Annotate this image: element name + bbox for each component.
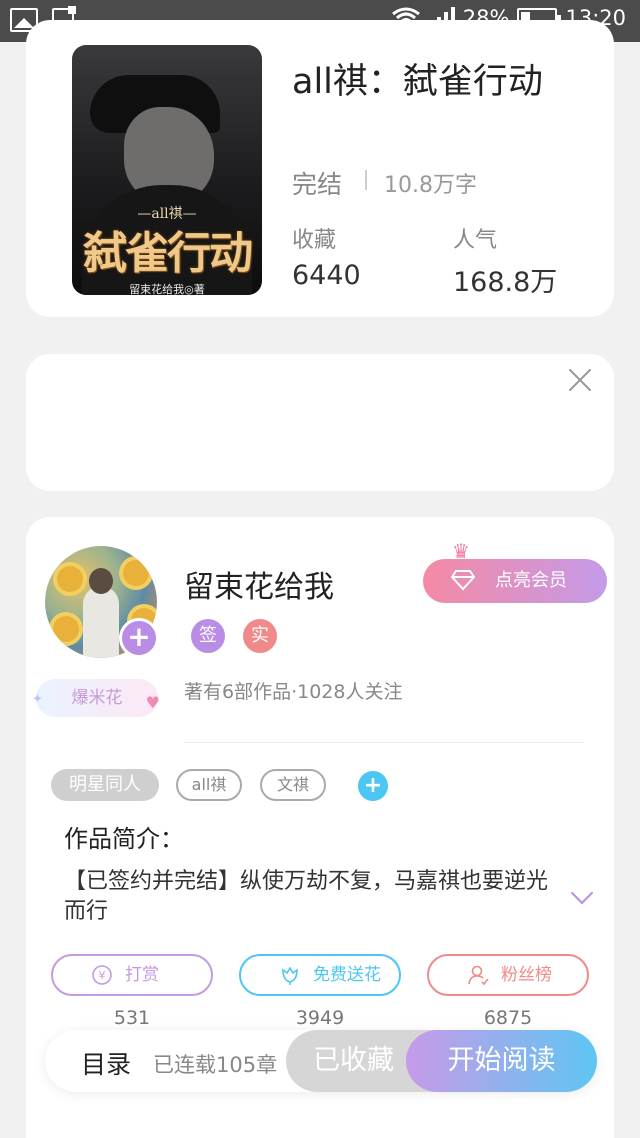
add-tag-button[interactable]: + [358, 771, 388, 801]
tip-button-label: 打赏 [125, 965, 159, 985]
author-meta: 著有6部作品·1028人关注 [184, 681, 403, 703]
fan-ranking-button-label: 粉丝榜 [501, 965, 552, 985]
send-flower-button-label: 免费送花 [313, 965, 381, 985]
divider [184, 742, 584, 743]
chevron-down-icon[interactable] [570, 881, 594, 905]
popularity-count: 168.8万 [453, 267, 558, 298]
intro-title: 作品简介： [64, 825, 184, 853]
favorites-count: 6440 [292, 260, 361, 291]
vip-button[interactable]: 点亮会员 [423, 559, 607, 603]
toc-button[interactable]: 目录 [81, 1045, 131, 1081]
popcorn-badge-label: 爆米花 [71, 688, 123, 708]
category-tag[interactable]: 明星同人 [51, 769, 159, 801]
crown-icon: ♛ [452, 539, 470, 563]
send-flower-button[interactable]: 免费送花 [239, 954, 401, 996]
chapter-status: 已连载105章 [153, 1053, 278, 1077]
cover-title: 弑雀行动 [83, 228, 253, 279]
author-name[interactable]: 留束花给我 [184, 562, 334, 606]
follow-plus-icon[interactable]: + [119, 618, 159, 658]
tip-button[interactable]: ¥ 打赏 [51, 954, 213, 996]
popcorn-badge: ✦ 爆米花 ♥ [32, 679, 160, 717]
signed-badge: 签 [191, 619, 225, 653]
flower-count: 3949 [295, 1007, 345, 1029]
verified-badge: 实 [243, 619, 277, 653]
fan-ranking-button[interactable]: 粉丝榜 [427, 954, 589, 996]
person-icon [468, 965, 489, 986]
intro-text: 【已签约并完结】纵使万劫不复，马嘉祺也要逆光而行 [64, 869, 549, 924]
start-reading-button[interactable]: 开始阅读 [406, 1030, 597, 1092]
favorites-label: 收藏 [292, 228, 337, 253]
heart-icon: ♥ [145, 693, 160, 712]
tag-all-qi[interactable]: all祺 [176, 769, 242, 801]
bottom-action-bar: 目录 已连载105章 已收藏 开始阅读 [45, 1030, 597, 1092]
diamond-icon [451, 570, 475, 591]
tag-wen-qi[interactable]: 文祺 [260, 769, 326, 801]
divider [365, 170, 367, 190]
book-info-card: —all祺— 弑雀行动 留束花给我◎著 all祺：弑雀行动 完结 10.8万字 … [26, 20, 614, 317]
popularity-label: 人气 [453, 228, 498, 253]
tip-count: 531 [113, 1007, 151, 1029]
fan-count: 6875 [483, 1007, 533, 1029]
close-icon[interactable] [568, 368, 592, 392]
yen-icon: ¥ [92, 965, 112, 985]
ad-card [26, 354, 614, 491]
star-icon: ✦ [32, 692, 43, 707]
book-status: 完结 [292, 170, 343, 199]
flower-icon [282, 966, 298, 985]
vip-button-label: 点亮会员 [495, 570, 567, 591]
cover-author: 留束花给我◎著 [129, 283, 205, 295]
word-count: 10.8万字 [384, 173, 477, 198]
svg-text:¥: ¥ [99, 969, 106, 982]
book-title: all祺：弑雀行动 [292, 62, 543, 102]
book-cover[interactable]: —all祺— 弑雀行动 留束花给我◎著 [72, 45, 262, 295]
